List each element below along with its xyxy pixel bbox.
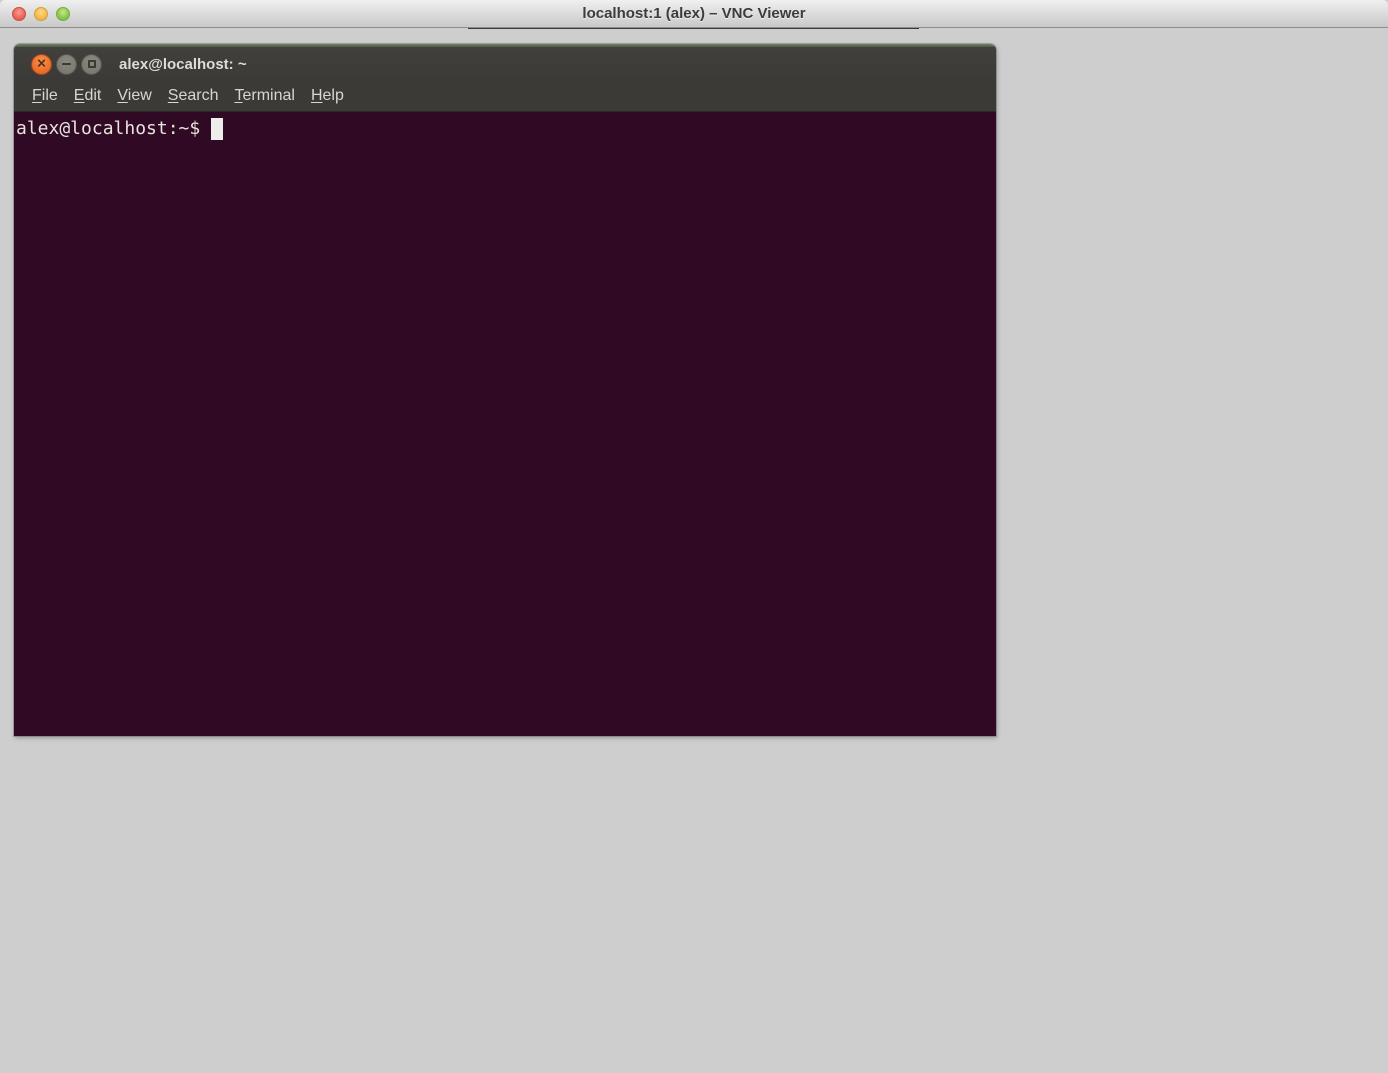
macos-titlebar[interactable]: localhost:1 (alex) – VNC Viewer xyxy=(0,0,1388,28)
terminal-close-button[interactable]: ✕ xyxy=(31,54,52,75)
terminal-title: alex@localhost: ~ xyxy=(119,56,247,73)
menu-search[interactable]: Search xyxy=(160,81,227,111)
menu-help[interactable]: Help xyxy=(303,81,352,111)
menu-terminal[interactable]: Terminal xyxy=(226,81,302,111)
menu-view[interactable]: View xyxy=(109,81,159,111)
shell-prompt: alex@localhost:~$ xyxy=(16,117,200,141)
menu-edit[interactable]: Edit xyxy=(66,81,110,111)
close-icon: ✕ xyxy=(36,58,46,70)
terminal-cursor xyxy=(211,118,223,140)
vnc-window-title: localhost:1 (alex) – VNC Viewer xyxy=(0,0,1388,27)
terminal-window: ✕ alex@localhost: ~ File Edit View Searc… xyxy=(14,44,996,736)
minimize-icon xyxy=(62,63,71,65)
terminal-window-buttons: ✕ xyxy=(31,54,102,75)
terminal-screen[interactable]: alex@localhost:~$ xyxy=(14,112,996,736)
terminal-maximize-button[interactable] xyxy=(81,54,102,75)
menu-file[interactable]: File xyxy=(24,81,66,111)
terminal-minimize-button[interactable] xyxy=(56,54,77,75)
terminal-prompt-line: alex@localhost:~$ xyxy=(16,117,994,141)
terminal-menubar: File Edit View Search Terminal Help xyxy=(14,81,996,112)
maximize-icon xyxy=(88,60,96,68)
vnc-remote-desktop: ✕ alex@localhost: ~ File Edit View Searc… xyxy=(0,29,1388,1073)
terminal-titlebar[interactable]: ✕ alex@localhost: ~ xyxy=(14,47,996,81)
